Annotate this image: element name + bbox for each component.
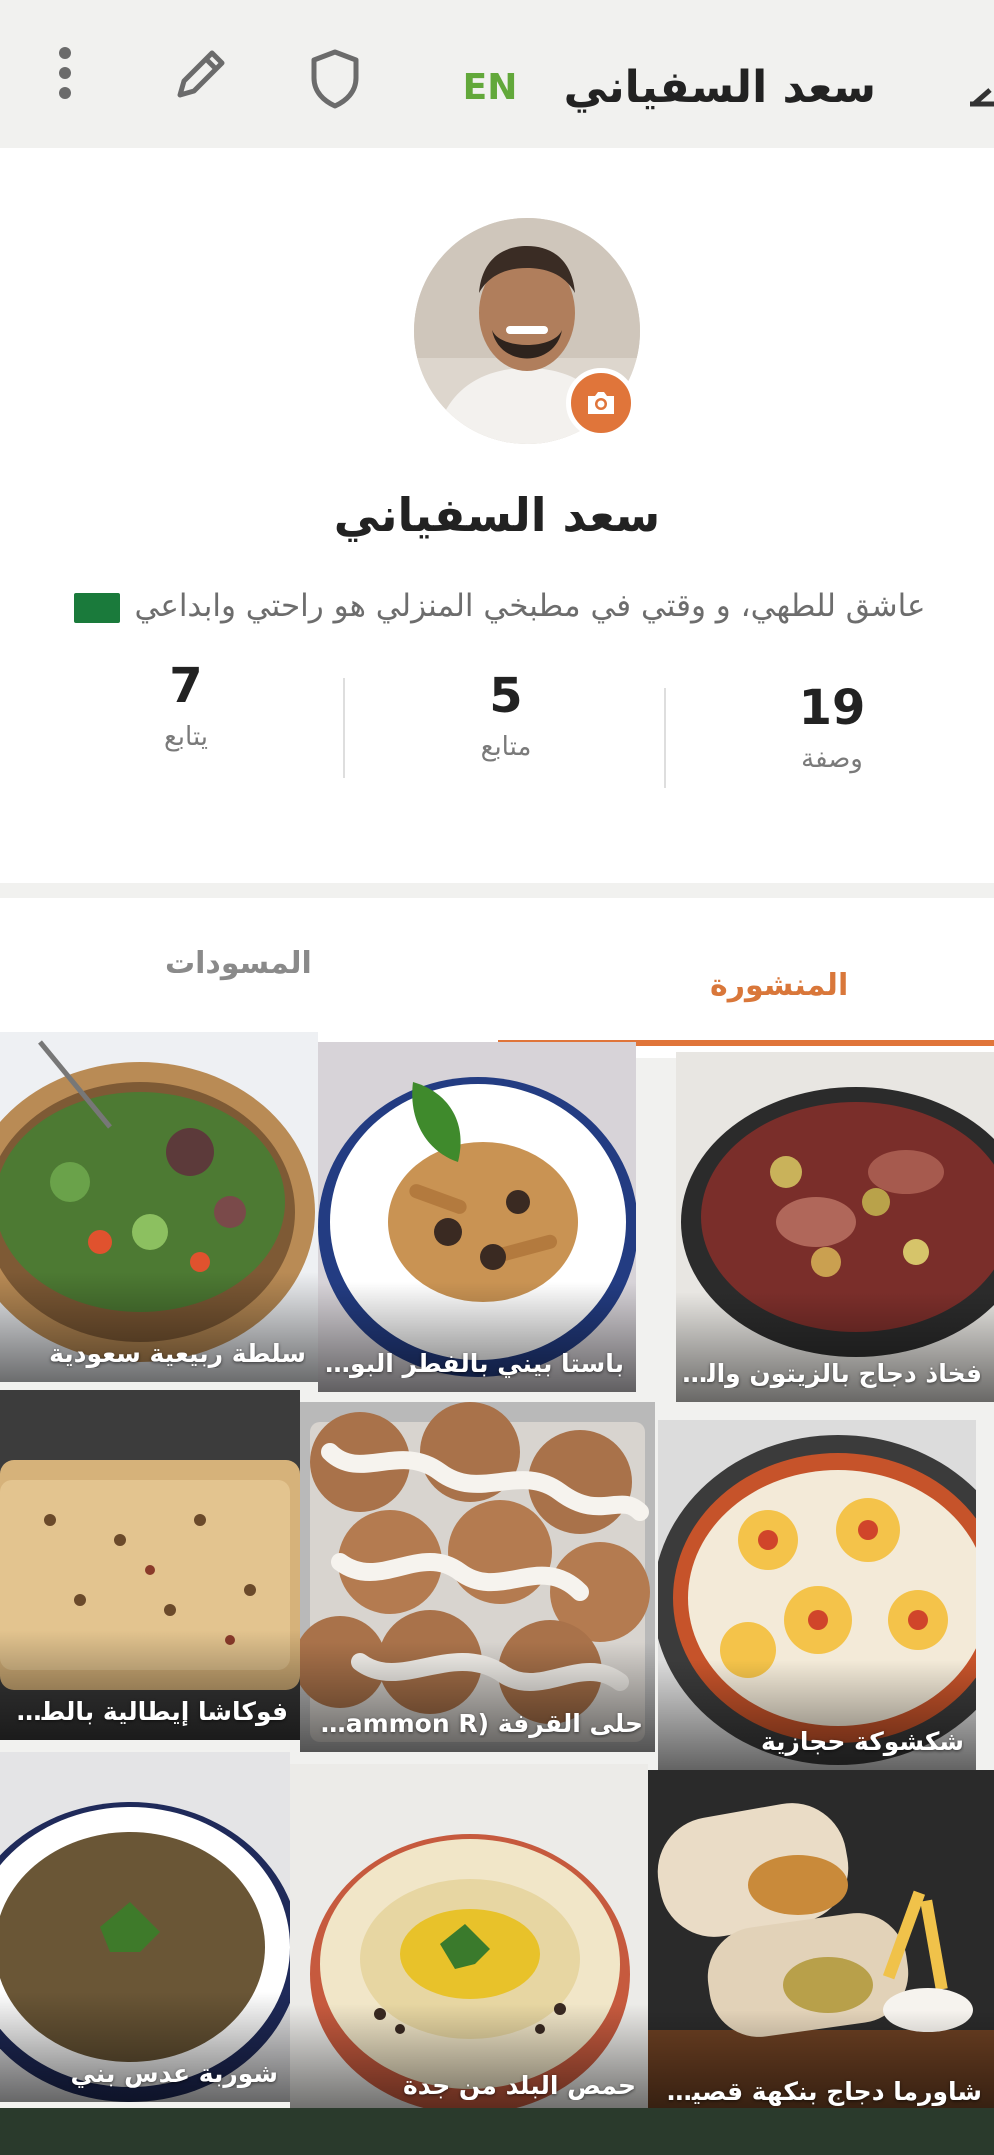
stat-divider <box>343 678 345 778</box>
stat-followers[interactable]: 5 متابع <box>396 668 616 762</box>
stat-recipes-label: وصفة <box>801 744 863 774</box>
app-bar: EN سعد السفياني <box>0 0 994 148</box>
recipe-card[interactable]: حلى القرفة (Cinammon R... <box>300 1402 655 1752</box>
tab-published[interactable]: المنشورة <box>710 968 848 1003</box>
profile-bio: عاشق للطهي، و وقتي في مطبخي المنزلي هو ر… <box>60 588 940 624</box>
pencil-icon[interactable] <box>165 40 235 110</box>
stat-recipes[interactable]: 19 وصفة <box>722 680 942 774</box>
recipe-title: شاورما دجاج بنكهة قصيمية ... <box>654 2077 982 2106</box>
recipe-title: شوربة عدس بني <box>70 2059 278 2088</box>
recipe-title: فخاذ دجاج بالزيتون والبصل ... <box>682 1359 982 1388</box>
recipe-grid: فخاذ دجاج بالزيتون والبصل ... باستا بيني… <box>0 1032 994 2120</box>
recipe-card[interactable]: شاورما دجاج بنكهة قصيمية ... <box>648 1770 994 2120</box>
recipe-card[interactable]: باستا بيني بالفطر البورتشيني <box>318 1042 636 1392</box>
avatar-container <box>414 218 640 444</box>
saudi-flag-icon <box>74 592 121 623</box>
bio-text: عاشق للطهي، و وقتي في مطبخي المنزلي هو ر… <box>134 588 926 624</box>
stat-followers-value: 5 <box>489 668 523 724</box>
recipe-title: سلطة ربيعية سعودية <box>49 1339 306 1368</box>
recipe-title: باستا بيني بالفطر البورتشيني <box>324 1349 624 1378</box>
recipe-title: شكشوكة حجازية <box>760 1727 964 1756</box>
recipe-title: فوكاشا إيطالية بالطماطم و <box>6 1697 288 1726</box>
page-title: سعد السفياني <box>563 62 876 113</box>
recipe-card[interactable]: شوربة عدس بني <box>0 1752 290 2102</box>
stat-following[interactable]: 7 يتابع <box>76 658 296 752</box>
camera-icon <box>588 392 614 414</box>
recipe-card[interactable]: سلطة ربيعية سعودية <box>0 1032 318 1382</box>
stat-following-value: 7 <box>169 658 203 714</box>
profile-card: سعد السفياني عاشق للطهي، و وقتي في مطبخي… <box>0 148 994 883</box>
language-toggle-button[interactable]: EN <box>450 58 530 118</box>
stat-divider <box>664 688 666 788</box>
recipe-card[interactable]: فخاذ دجاج بالزيتون والبصل ... <box>676 1052 994 1402</box>
bottom-navigation-strip <box>0 2108 994 2155</box>
profile-name: سعد السفياني <box>333 488 661 542</box>
recipe-card[interactable]: فوكاشا إيطالية بالطماطم و <box>0 1390 300 1740</box>
change-photo-button[interactable] <box>566 368 636 438</box>
more-vertical-icon[interactable] <box>40 38 90 108</box>
recipe-title: حلى القرفة (Cinammon R... <box>306 1709 643 1738</box>
back-arrow-icon[interactable] <box>970 70 994 120</box>
stat-following-label: يتابع <box>163 722 209 752</box>
stat-recipes-value: 19 <box>798 680 866 736</box>
recipe-card[interactable]: حمص البلد من جدة <box>290 1764 648 2114</box>
tab-drafts[interactable]: المسودات <box>165 946 312 981</box>
profile-stats: 19 وصفة 5 متابع 7 يتابع <box>0 658 994 808</box>
recipe-title: حمص البلد من جدة <box>403 2071 636 2100</box>
recipe-card[interactable]: شكشوكة حجازية <box>658 1420 976 1770</box>
stat-followers-label: متابع <box>480 732 532 762</box>
shield-icon[interactable] <box>300 42 370 116</box>
